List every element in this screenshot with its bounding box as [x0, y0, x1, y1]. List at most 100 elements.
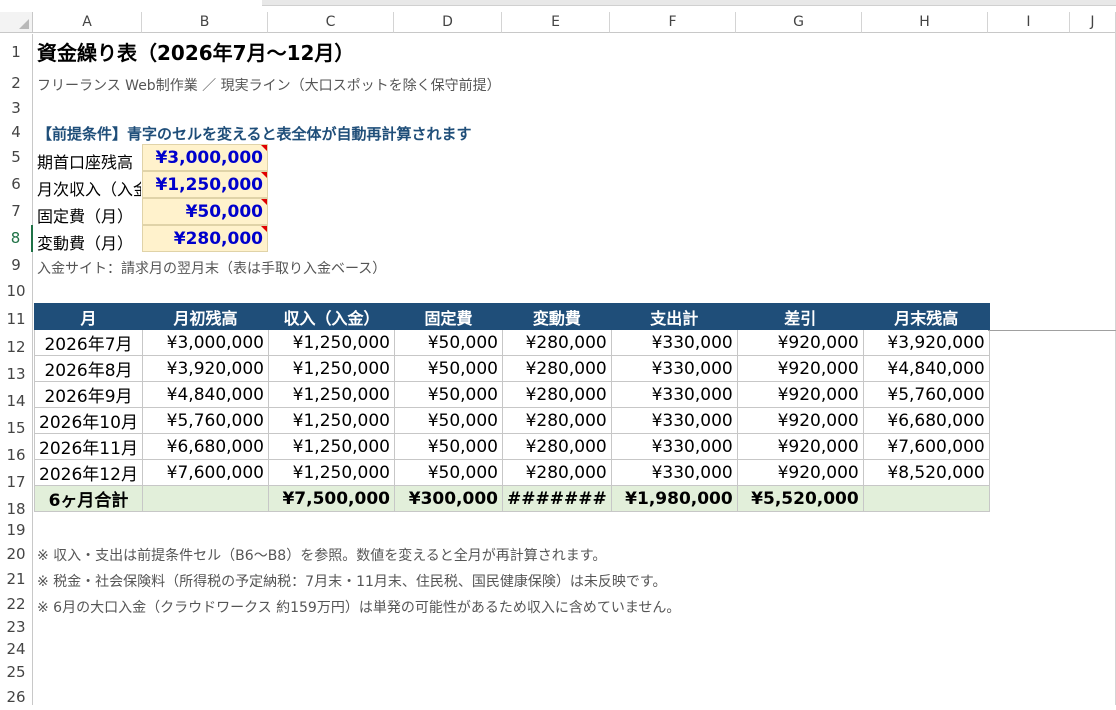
- cell-fixed-cost[interactable]: ¥50,000: [394, 407, 503, 434]
- row-header-19[interactable]: 19: [0, 519, 33, 542]
- row-header-15[interactable]: 15: [0, 411, 33, 438]
- cell-closing-balance[interactable]: ¥7,600,000: [862, 433, 990, 460]
- cell-month[interactable]: 2026年11月: [34, 433, 143, 460]
- sheet-title[interactable]: 資金繰り表（2026年7月～12月）: [37, 37, 354, 66]
- select-all-button[interactable]: [0, 12, 33, 33]
- cell-closing-balance[interactable]: ¥6,680,000: [862, 407, 990, 434]
- cell-month[interactable]: 2026年12月: [34, 459, 143, 486]
- row-header-22[interactable]: 22: [0, 592, 33, 616]
- cell-income[interactable]: ¥1,250,000: [268, 355, 395, 382]
- cell-variable-cost[interactable]: ¥280,000: [502, 329, 612, 356]
- column-header-j[interactable]: J: [1070, 12, 1116, 33]
- row-header-24[interactable]: 24: [0, 638, 33, 660]
- cell-variable-cost[interactable]: ¥280,000: [502, 459, 612, 486]
- row-header-8-selected[interactable]: 8: [0, 225, 33, 252]
- assumptions-heading[interactable]: 【前提条件】青字のセルを変えると表全体が自動再計算されます: [37, 123, 472, 144]
- column-header-f[interactable]: F: [610, 12, 736, 33]
- cell-total-expense[interactable]: ¥1,980,000: [610, 485, 738, 512]
- row-header-16[interactable]: 16: [0, 438, 33, 465]
- input-monthly-income[interactable]: ¥1,250,000: [142, 171, 268, 198]
- cell-total-expense[interactable]: ¥330,000: [610, 381, 738, 408]
- cell-closing-balance[interactable]: ¥3,920,000: [862, 329, 990, 356]
- cell-month[interactable]: 2026年9月: [34, 381, 143, 408]
- row-header-13[interactable]: 13: [0, 357, 33, 384]
- cell-closing-balance[interactable]: ¥4,840,000: [862, 355, 990, 382]
- comment-indicator-icon[interactable]: [261, 226, 267, 232]
- column-header-i[interactable]: I: [988, 12, 1070, 33]
- cell-opening-balance[interactable]: ¥3,920,000: [142, 355, 269, 382]
- input-label-fixed-cost[interactable]: 固定費（月）: [37, 203, 141, 227]
- cell-total-expense[interactable]: ¥330,000: [610, 407, 738, 434]
- cell-total-variable-cost[interactable]: #######: [502, 485, 612, 512]
- column-header-b[interactable]: B: [142, 12, 268, 33]
- input-label-opening-balance[interactable]: 期首口座残高: [37, 149, 141, 173]
- cell-total-net[interactable]: ¥5,520,000: [736, 485, 864, 512]
- row-header-12[interactable]: 12: [0, 330, 33, 357]
- row-header-2[interactable]: 2: [0, 70, 33, 96]
- cell-fixed-cost[interactable]: ¥50,000: [394, 433, 503, 460]
- cell-total-expense[interactable]: ¥330,000: [610, 355, 738, 382]
- sheet-subtitle[interactable]: フリーランス Web制作業 ／ 現実ライン（大口スポットを除く保守前提）: [37, 75, 501, 95]
- input-variable-cost[interactable]: ¥280,000: [142, 225, 268, 252]
- column-header-a[interactable]: A: [33, 12, 142, 33]
- input-fixed-cost[interactable]: ¥50,000: [142, 198, 268, 225]
- cell-total-expense[interactable]: ¥330,000: [610, 433, 738, 460]
- input-opening-balance[interactable]: ¥3,000,000: [142, 144, 268, 171]
- row-header-23[interactable]: 23: [0, 616, 33, 638]
- row-header-1[interactable]: 1: [0, 34, 33, 70]
- cell-variable-cost[interactable]: ¥280,000: [502, 433, 612, 460]
- footnote-1[interactable]: ※ 収入・支出は前提条件セル（B6～B8）を参照。数値を変えると全月が再計算され…: [37, 545, 606, 565]
- column-header-d[interactable]: D: [394, 12, 502, 33]
- header-opening-balance[interactable]: 月初残高: [142, 303, 269, 330]
- cell-total-income[interactable]: ¥7,500,000: [268, 485, 395, 512]
- column-header-g[interactable]: G: [736, 12, 862, 33]
- row-header-4[interactable]: 4: [0, 120, 33, 144]
- row-header-7[interactable]: 7: [0, 198, 33, 225]
- cell-closing-balance[interactable]: ¥5,760,000: [862, 381, 990, 408]
- cell-income[interactable]: ¥1,250,000: [268, 381, 395, 408]
- row-header-18[interactable]: 18: [0, 492, 33, 519]
- cell-opening-balance[interactable]: ¥3,000,000: [142, 329, 269, 356]
- row-header-20[interactable]: 20: [0, 542, 33, 566]
- cell-fixed-cost[interactable]: ¥50,000: [394, 355, 503, 382]
- header-variable-cost[interactable]: 変動費: [502, 303, 612, 330]
- cell-fixed-cost[interactable]: ¥50,000: [394, 459, 503, 486]
- cell-total-closing-balance[interactable]: [862, 485, 990, 512]
- header-closing-balance[interactable]: 月末残高: [862, 303, 990, 330]
- row-header-21[interactable]: 21: [0, 566, 33, 592]
- column-header-e[interactable]: E: [502, 12, 610, 33]
- header-income[interactable]: 収入（入金）: [268, 303, 395, 330]
- row-header-11[interactable]: 11: [0, 303, 33, 330]
- payment-terms-note[interactable]: 入金サイト：請求月の翌月末（表は手取り入金ベース）: [37, 258, 386, 278]
- column-header-h[interactable]: H: [862, 12, 988, 33]
- row-header-9[interactable]: 9: [0, 252, 33, 279]
- row-header-6[interactable]: 6: [0, 171, 33, 198]
- comment-indicator-icon[interactable]: [261, 199, 267, 205]
- header-net[interactable]: 差引: [736, 303, 864, 330]
- row-header-5[interactable]: 5: [0, 144, 33, 171]
- cell-net[interactable]: ¥920,000: [736, 381, 864, 408]
- input-label-monthly-income[interactable]: 月次収入（入金）: [37, 176, 141, 200]
- row-header-26[interactable]: 26: [0, 684, 33, 706]
- cell-income[interactable]: ¥1,250,000: [268, 433, 395, 460]
- cell-fixed-cost[interactable]: ¥50,000: [394, 381, 503, 408]
- cell-total-expense[interactable]: ¥330,000: [610, 459, 738, 486]
- cell-net[interactable]: ¥920,000: [736, 355, 864, 382]
- cell-closing-balance[interactable]: ¥8,520,000: [862, 459, 990, 486]
- column-header-c[interactable]: C: [268, 12, 394, 33]
- row-header-25[interactable]: 25: [0, 660, 33, 684]
- input-label-variable-cost[interactable]: 変動費（月）: [37, 230, 141, 254]
- cell-variable-cost[interactable]: ¥280,000: [502, 381, 612, 408]
- header-total-expense[interactable]: 支出計: [610, 303, 738, 330]
- footnote-2[interactable]: ※ 税金・社会保険料（所得税の予定納税：7月末・11月末、住民税、国民健康保険）…: [37, 571, 667, 591]
- cell-net[interactable]: ¥920,000: [736, 329, 864, 356]
- cell-total-fixed-cost[interactable]: ¥300,000: [394, 485, 503, 512]
- comment-indicator-icon[interactable]: [261, 172, 267, 178]
- cell-income[interactable]: ¥1,250,000: [268, 407, 395, 434]
- cell-net[interactable]: ¥920,000: [736, 407, 864, 434]
- header-month[interactable]: 月: [34, 303, 143, 330]
- cell-opening-balance[interactable]: ¥4,840,000: [142, 381, 269, 408]
- cell-opening-balance[interactable]: ¥6,680,000: [142, 433, 269, 460]
- cell-total-opening-balance[interactable]: [142, 485, 269, 512]
- cell-variable-cost[interactable]: ¥280,000: [502, 407, 612, 434]
